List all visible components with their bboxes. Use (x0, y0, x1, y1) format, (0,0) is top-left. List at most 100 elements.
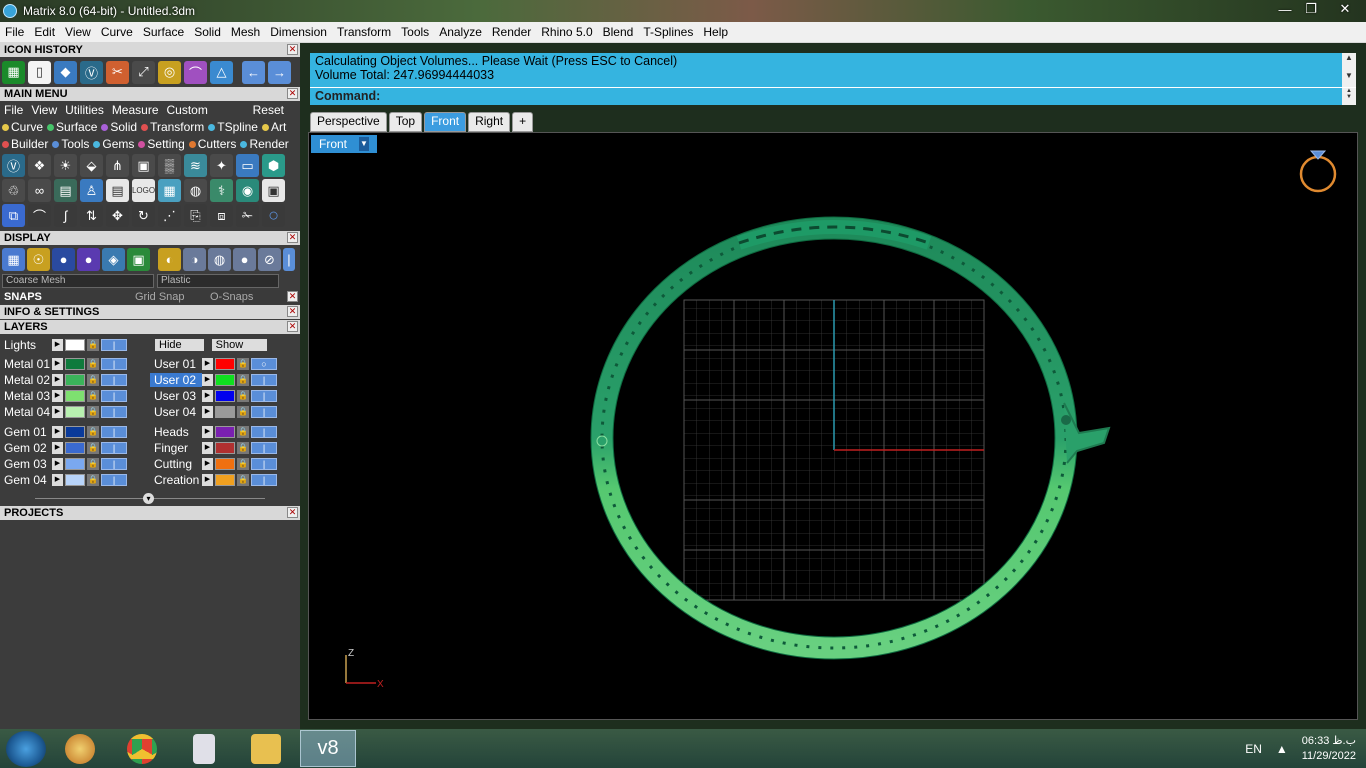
mirror-icon[interactable]: ⧈ (210, 204, 233, 227)
mm-view[interactable]: View (31, 103, 57, 117)
array-icon[interactable]: ⋰ (158, 204, 181, 227)
grid-layout-icon[interactable]: ▦ (158, 179, 181, 202)
arc-icon[interactable]: ⌒ (28, 204, 51, 227)
grid-toggle-icon[interactable]: ▣ (127, 248, 150, 271)
taskbar-calculator[interactable] (176, 730, 232, 767)
grid-icon[interactable]: ▦ (2, 60, 25, 84)
save-icon[interactable]: ▣ (262, 179, 285, 202)
menu-tsplines[interactable]: T-Splines (638, 25, 698, 39)
layer-row[interactable]: Gem 01 ▶ 🔒 | (0, 424, 150, 440)
cat-transform[interactable]: Transform (141, 120, 204, 134)
ring-rail-icon[interactable]: ◎ (158, 60, 181, 84)
expand-arrow-icon[interactable]: ▶ (52, 406, 63, 418)
rotate-icon[interactable]: ↻ (132, 204, 155, 227)
shaded-icon[interactable]: ● (52, 248, 75, 271)
light-icon[interactable]: ☀ (54, 154, 77, 177)
menu-mesh[interactable]: Mesh (226, 25, 265, 39)
lights-color[interactable] (65, 339, 85, 351)
menu-surface[interactable]: Surface (138, 25, 189, 39)
display-header[interactable]: DISPLAY ✕ (0, 231, 300, 245)
front-viewport[interactable]: Front ▼ Z X (308, 132, 1358, 720)
menu-edit[interactable]: Edit (29, 25, 60, 39)
layer-row[interactable]: User 04 ▶ 🔒 | (150, 404, 300, 420)
restore-button[interactable]: ❐ (1298, 0, 1324, 18)
ring-size-icon[interactable]: ◍ (184, 179, 207, 202)
cat-tspline[interactable]: TSpline (208, 120, 258, 134)
snaps-header[interactable]: SNAPS Grid Snap O-Snaps ✕ (0, 290, 300, 304)
new-file-icon[interactable]: ▯ (28, 60, 51, 84)
expand-arrow-icon[interactable]: ▶ (52, 390, 63, 402)
figure-icon[interactable]: ♙ (80, 179, 103, 202)
menu-dimension[interactable]: Dimension (265, 25, 332, 39)
cat-render[interactable]: Render (240, 137, 289, 151)
menu-solid[interactable]: Solid (189, 25, 226, 39)
menu-render[interactable]: Render (487, 25, 536, 39)
cat-art[interactable]: Art (261, 120, 286, 134)
sweep-icon[interactable]: ⌒ (184, 60, 207, 84)
layers-header[interactable]: LAYERS ✕ (0, 320, 300, 334)
taskbar-matrix[interactable]: v8 (300, 730, 356, 767)
taskbar-paint[interactable] (52, 730, 108, 767)
expand-arrow-icon[interactable]: ▶ (52, 426, 63, 438)
close-icon[interactable]: ✕ (287, 306, 298, 317)
ring-view-icon[interactable] (1299, 150, 1337, 193)
image-icon[interactable]: ▭ (236, 154, 259, 177)
mm-measure[interactable]: Measure (112, 103, 159, 117)
close-icon[interactable]: ✕ (287, 507, 298, 518)
minimize-button[interactable]: — (1272, 0, 1298, 18)
layer-row[interactable]: Metal 03 ▶ 🔒 | (0, 388, 150, 404)
layer-row[interactable]: Gem 02 ▶ 🔒 | (0, 440, 150, 456)
link-icon[interactable]: ⎘ (184, 204, 207, 227)
move-icon[interactable]: ✥ (106, 204, 129, 227)
command-line-scrollbar[interactable]: ▲ ▼ (1342, 88, 1356, 105)
rendered-icon[interactable]: ● (77, 248, 100, 271)
taskbar-chrome[interactable] (114, 730, 170, 767)
layer-row[interactable]: Creation ▶ 🔒 | (150, 472, 300, 488)
layer-row[interactable]: Gem 03 ▶ 🔒 | (0, 456, 150, 472)
cutter-icon[interactable]: ✂ (106, 60, 129, 84)
cat-solid[interactable]: Solid (101, 120, 137, 134)
expand-arrow-icon[interactable]: ▶ (202, 442, 213, 454)
info-settings-header[interactable]: INFO & SETTINGS ✕ (0, 305, 300, 319)
head-icon[interactable]: ⬙ (80, 154, 103, 177)
layer-row[interactable]: User 02 ▶ 🔒 | (150, 372, 300, 388)
gold-material-icon[interactable]: ◐ (158, 248, 181, 271)
hide-button[interactable]: Hide (155, 339, 204, 351)
globe-icon[interactable]: ◉ (236, 179, 259, 202)
layer-row[interactable]: Finger ▶ 🔒 | (150, 440, 300, 456)
chevron-down-icon[interactable]: ▾ (143, 493, 154, 504)
sphere-icon[interactable]: ● (233, 248, 256, 271)
expand-arrow-icon[interactable]: ▶ (52, 458, 63, 470)
tab-front[interactable]: Front (424, 112, 467, 132)
layer-row[interactable]: Gem 04 ▶ 🔒 | (0, 472, 150, 488)
expand-arrow-icon[interactable]: ▶ (202, 358, 213, 370)
cat-curve[interactable]: Curve (2, 120, 43, 134)
menu-tools[interactable]: Tools (396, 25, 434, 39)
tray-expand-icon[interactable]: ▲ (1276, 742, 1288, 756)
close-icon[interactable]: ✕ (287, 44, 298, 55)
tab-top[interactable]: Top (388, 112, 423, 132)
layer-row[interactable]: User 03 ▶ 🔒 | (150, 388, 300, 404)
no-material-icon[interactable]: ⊘ (258, 248, 281, 271)
reset-button[interactable]: Reset (253, 103, 284, 117)
expand-arrow-icon[interactable]: ▶ (52, 374, 63, 386)
icon-history-header[interactable]: ICON HISTORY ✕ (0, 43, 300, 57)
mm-utilities[interactable]: Utilities (65, 103, 104, 117)
cat-cutters[interactable]: Cutters (188, 137, 236, 151)
logo-icon[interactable]: LOGO (132, 179, 155, 202)
tab-perspective[interactable]: Perspective (310, 112, 387, 132)
scale-icon[interactable]: ⤢ (132, 60, 155, 84)
document-icon[interactable]: ▤ (106, 179, 129, 202)
cat-gems[interactable]: Gems (93, 137, 134, 151)
layer-row[interactable]: Metal 02 ▶ 🔒 | (0, 372, 150, 388)
display-slider[interactable]: | (283, 248, 295, 271)
expand-arrow-icon[interactable]: ▶ (52, 358, 63, 370)
expand-arrow-icon[interactable]: ▶ (202, 406, 213, 418)
cat-surface[interactable]: Surface (47, 120, 97, 134)
expand-arrow-icon[interactable]: ▶ (202, 374, 213, 386)
panel-divider[interactable]: ▾ (35, 493, 265, 504)
projects-header[interactable]: PROJECTS ✕ (0, 506, 300, 520)
taskbar-explorer[interactable] (238, 730, 294, 767)
menu-curve[interactable]: Curve (96, 25, 138, 39)
prong-icon[interactable]: ⋔ (106, 154, 129, 177)
